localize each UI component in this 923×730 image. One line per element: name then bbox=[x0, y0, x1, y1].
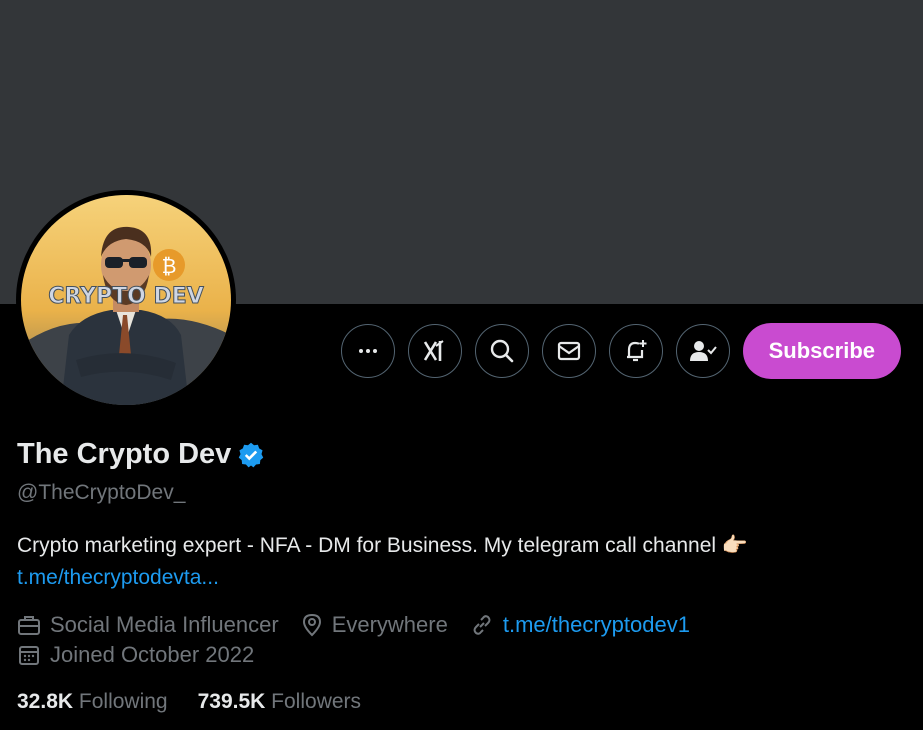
profile-meta: Social Media Influencer Everywhere t.me/… bbox=[17, 610, 712, 670]
joined-label: Joined October 2022 bbox=[50, 642, 255, 667]
location-pin-icon bbox=[302, 613, 321, 637]
link-icon bbox=[473, 615, 491, 635]
more-icon bbox=[358, 349, 377, 353]
follow-stats: 32.8K Following 739.5K Followers bbox=[17, 690, 361, 714]
svg-text:₿: ₿ bbox=[162, 254, 177, 278]
avatar[interactable]: ₿ CRYPTO DEV bbox=[16, 190, 236, 410]
joined-item: Joined October 2022 bbox=[17, 642, 254, 668]
search-profile-button[interactable] bbox=[474, 324, 529, 378]
grok-icon bbox=[423, 340, 444, 361]
svg-text:CRYPTO DEV: CRYPTO DEV bbox=[48, 284, 204, 309]
category-label: Social Media Influencer bbox=[50, 612, 279, 637]
bio-text: Crypto marketing expert - NFA - DM for B… bbox=[17, 534, 749, 557]
calendar-icon bbox=[19, 646, 39, 665]
category-item: Social Media Influencer bbox=[17, 612, 279, 638]
profile-name-row: The Crypto Dev bbox=[17, 438, 265, 471]
avatar-image: ₿ CRYPTO DEV bbox=[21, 195, 231, 405]
mail-icon bbox=[557, 341, 580, 361]
following-stat[interactable]: 32.8K Following bbox=[17, 690, 168, 714]
following-label: Following bbox=[78, 690, 168, 713]
profile-bio: Crypto marketing expert - NFA - DM for B… bbox=[17, 530, 907, 594]
search-icon bbox=[490, 339, 513, 363]
display-name: The Crypto Dev bbox=[17, 438, 232, 470]
website-item[interactable]: t.me/thecryptodev1 bbox=[470, 612, 690, 638]
followers-count: 739.5K bbox=[197, 690, 266, 713]
followers-stat[interactable]: 739.5K Followers bbox=[198, 690, 361, 714]
grok-button[interactable] bbox=[407, 324, 462, 378]
notifications-button[interactable] bbox=[608, 324, 663, 378]
message-button[interactable] bbox=[541, 324, 596, 378]
person-check-icon bbox=[689, 341, 717, 361]
bio-link[interactable]: t.me/thecryptodevta... bbox=[17, 566, 219, 589]
more-button[interactable] bbox=[340, 324, 395, 378]
followers-label: Followers bbox=[271, 690, 362, 713]
location-item: Everywhere bbox=[301, 612, 448, 638]
location-label: Everywhere bbox=[331, 612, 448, 637]
website-link[interactable]: t.me/thecryptodev1 bbox=[503, 612, 690, 638]
verified-badge-icon[interactable] bbox=[237, 441, 265, 469]
briefcase-icon bbox=[18, 616, 40, 635]
profile-actions: Subscribe bbox=[340, 323, 901, 379]
bell-plus-icon bbox=[626, 340, 647, 362]
following-button[interactable] bbox=[675, 324, 730, 378]
following-count: 32.8K bbox=[17, 690, 74, 713]
profile-handle: @TheCryptoDev_ bbox=[17, 481, 186, 504]
subscribe-button[interactable]: Subscribe bbox=[742, 323, 901, 379]
